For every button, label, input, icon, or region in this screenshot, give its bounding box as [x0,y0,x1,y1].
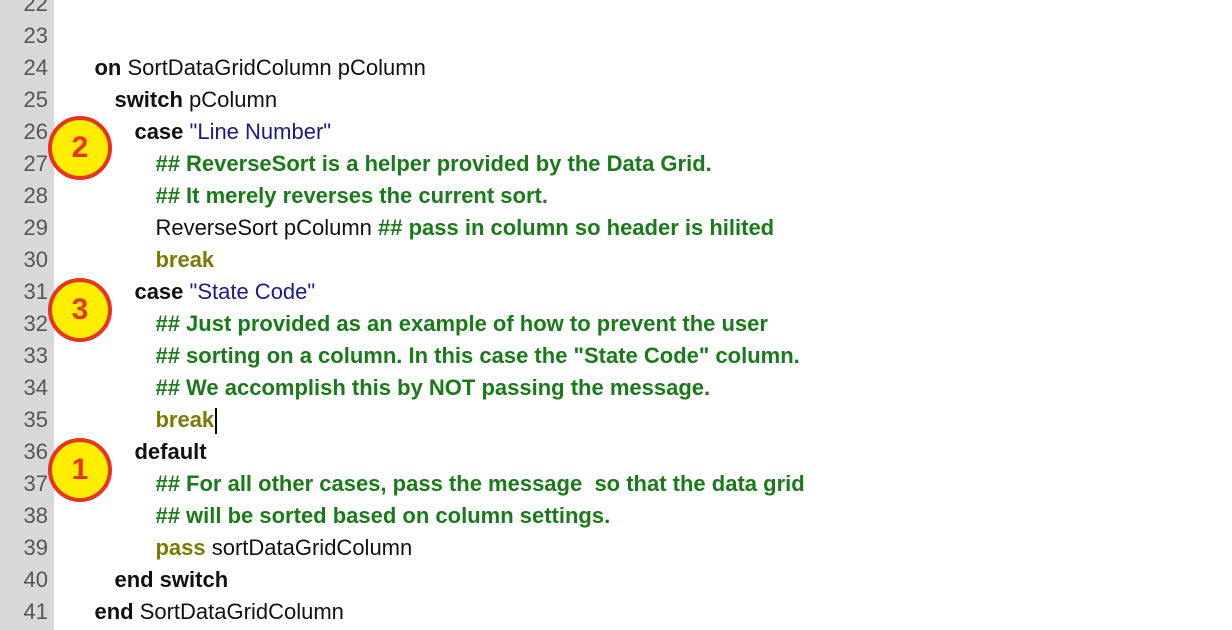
code-line-27[interactable]: ## It merely reverses the current sort. [131,148,548,208]
line-number: 32 [23,311,48,336]
line-number: 38 [23,503,48,528]
line-number: 39 [23,535,48,560]
line-number: 36 [23,439,48,464]
line-number: 23 [23,23,48,48]
code-line-23[interactable]: on SortDataGridColumn pColumn [70,20,425,80]
comment: ## We accomplish this by NOT passing the… [155,375,711,400]
code-line-35[interactable]: default [110,404,206,464]
code-line-28[interactable]: ReverseSort pColumn ## pass in column so… [131,180,774,240]
code-line-24[interactable]: switch pColumn [90,52,277,112]
line-number: 40 [23,567,48,592]
callout-badge-1: 1 [48,438,112,502]
line-number: 29 [23,215,48,240]
code-line-25[interactable]: case "Line Number" [110,84,331,144]
code-line-39[interactable]: end switch [90,532,228,592]
code-line-36[interactable]: ## For all other cases, pass the message… [131,436,804,496]
line-number: 26 [23,119,48,144]
line-number: 27 [23,151,48,176]
line-number: 24 [23,55,48,80]
line-number: 35 [23,407,48,432]
line-number: 28 [23,183,48,208]
code-text: sortDataGridColumn [205,535,413,560]
code-line-33[interactable]: ## We accomplish this by NOT passing the… [131,340,710,400]
code-line-29[interactable]: break [131,212,214,272]
line-number: 37 [23,471,48,496]
line-number: 34 [23,375,48,400]
line-number: 31 [23,279,48,304]
code-line-26[interactable]: ## ReverseSort is a helper provided by t… [131,116,711,176]
line-number: 25 [23,87,48,112]
script-editor[interactable]: 22 23 24 25 26 27 28 29 30 31 32 33 34 3… [0,0,1232,630]
code-line-34[interactable]: break [131,372,218,435]
comment: ## pass in column so header is hilited [378,215,775,240]
line-number: 33 [23,343,48,368]
code-line-38[interactable]: pass sortDataGridColumn [131,500,412,560]
code-text: SortDataGridColumn [133,599,344,624]
code-line-31[interactable]: ## Just provided as an example of how to… [131,276,768,336]
code-line-30[interactable]: case "State Code" [110,244,315,304]
line-number-gutter: 22 23 24 25 26 27 28 29 30 31 32 33 34 3… [0,0,54,630]
text-cursor [215,408,218,435]
code-line-37[interactable]: ## will be sorted based on column settin… [131,468,610,528]
keyword: end [94,599,134,624]
line-number: 30 [23,247,48,272]
code-line-32[interactable]: ## sorting on a column. In this case the… [131,308,799,368]
line-number: 22 [23,0,48,16]
callout-badge-3: 3 [48,278,112,342]
code-line-40[interactable]: end SortDataGridColumn [70,564,343,624]
callout-badge-2: 2 [48,116,112,180]
line-number: 41 [23,599,48,624]
